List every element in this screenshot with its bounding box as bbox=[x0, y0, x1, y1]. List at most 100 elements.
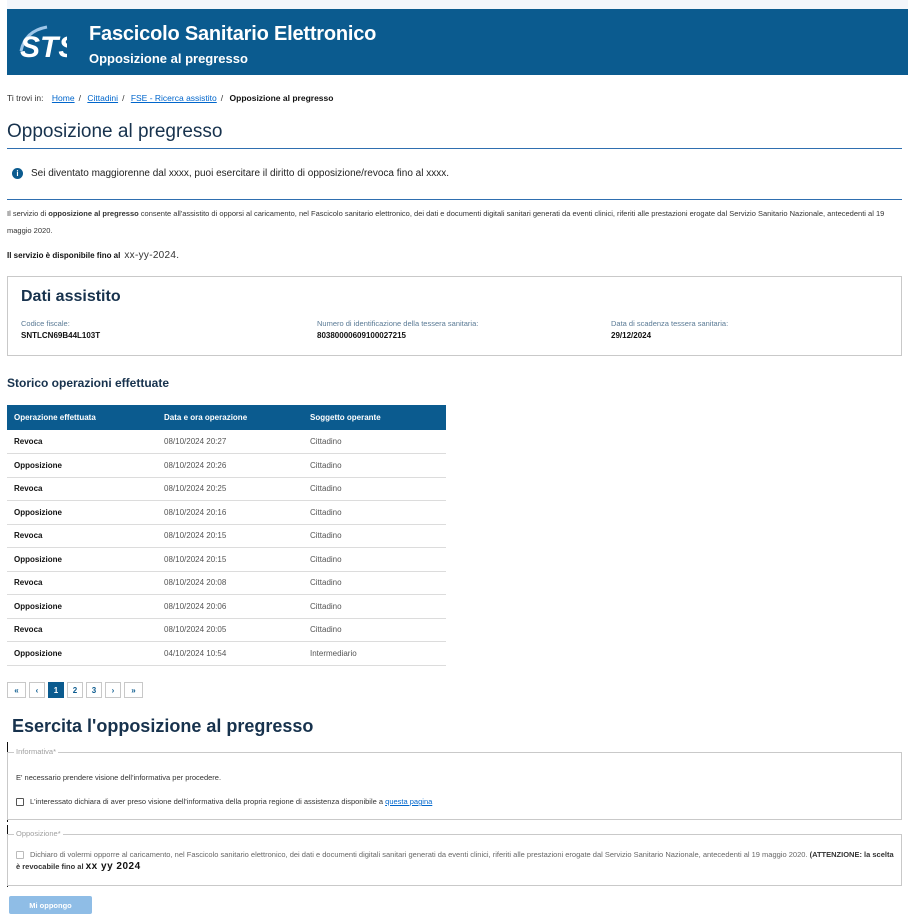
operazione-cell: Revoca bbox=[7, 524, 157, 548]
codice-fiscale-field: Codice fiscale: SNTLCN69B44L103T bbox=[21, 319, 100, 340]
table-row: Revoca 08/10/2024 20:27 Cittadino bbox=[7, 430, 446, 454]
table-row: Opposizione 08/10/2024 20:15 Cittadino bbox=[7, 547, 446, 572]
operazione-cell: Opposizione bbox=[7, 453, 157, 478]
data-cell: 08/10/2024 20:16 bbox=[157, 500, 303, 525]
operazione-cell: Revoca bbox=[7, 430, 157, 454]
info-alert: i Sei diventato maggiorenne dal xxxx, pu… bbox=[12, 168, 449, 179]
title-divider bbox=[7, 148, 902, 149]
page-1-button[interactable]: 1 bbox=[48, 682, 64, 698]
informativa-legend: Informativa* bbox=[14, 747, 59, 756]
dati-assistito-title: Dati assistito bbox=[21, 288, 121, 305]
table-row: Revoca 08/10/2024 20:08 Cittadino bbox=[7, 571, 446, 595]
informativa-note: E' necessario prendere visione dell'info… bbox=[16, 773, 222, 782]
page-2-button[interactable]: 2 bbox=[67, 682, 83, 698]
soggetto-cell: Cittadino bbox=[303, 524, 446, 548]
logo-text: STS bbox=[20, 31, 67, 63]
operazione-cell: Revoca bbox=[7, 618, 157, 642]
prev-page-button[interactable]: ‹ bbox=[29, 682, 45, 698]
operazione-cell: Opposizione bbox=[7, 594, 157, 619]
storico-title: Storico operazioni effettuate bbox=[7, 376, 170, 390]
table-row: Opposizione 08/10/2024 20:16 Cittadino bbox=[7, 500, 446, 525]
last-page-button[interactable]: » bbox=[124, 682, 143, 698]
operazione-cell: Opposizione bbox=[7, 547, 157, 572]
soggetto-cell: Cittadino bbox=[303, 477, 446, 501]
table-row: Opposizione 08/10/2024 20:26 Cittadino bbox=[7, 453, 446, 478]
description-text-start: Il servizio di bbox=[7, 209, 49, 218]
sts-logo-icon: STS bbox=[19, 25, 67, 63]
soggetto-cell: Cittadino bbox=[303, 594, 446, 619]
data-cell: 08/10/2024 20:27 bbox=[157, 430, 303, 454]
esercita-title: Esercita l'opposizione al pregresso bbox=[12, 716, 314, 736]
description-bold: opposizione al pregresso bbox=[48, 209, 139, 218]
operazione-cell: Revoca bbox=[7, 477, 157, 501]
breadcrumb-fse-link[interactable]: FSE - Ricerca assistito bbox=[131, 93, 217, 103]
informativa-fieldset: Informativa* E' necessario prendere visi… bbox=[7, 747, 902, 820]
opposizione-checkbox-label: Dichiaro di volermi opporre al caricamen… bbox=[30, 850, 810, 859]
informativa-checkbox-row: L'interessato dichiara di aver preso vis… bbox=[16, 797, 432, 807]
pagination: « ‹ 1 2 3 › » bbox=[7, 682, 143, 698]
soggetto-cell: Cittadino bbox=[303, 547, 446, 572]
opposizione-warning-date: xx yy 2024 bbox=[85, 861, 141, 872]
availability-label: Il servizio è disponibile fino al bbox=[7, 251, 121, 260]
breadcrumb-current: Opposizione al pregresso bbox=[229, 93, 334, 103]
breadcrumb-cittadini-link[interactable]: Cittadini bbox=[87, 93, 118, 103]
opposizione-legend: Opposizione* bbox=[14, 829, 63, 838]
column-header-data: Data e ora operazione bbox=[157, 405, 303, 430]
codice-fiscale-value: SNTLCN69B44L103T bbox=[21, 331, 101, 340]
app-header: STS Fascicolo Sanitario Elettronico Oppo… bbox=[7, 0, 908, 75]
numero-tessera-field: Numero di identificazione della tessera … bbox=[317, 319, 478, 340]
data-cell: 08/10/2024 20:05 bbox=[157, 618, 303, 642]
soggetto-cell: Cittadino bbox=[303, 618, 446, 642]
first-page-button[interactable]: « bbox=[7, 682, 26, 698]
breadcrumb: Ti trovi in: Home / Cittadini / FSE - Rice… bbox=[7, 93, 334, 103]
scadenza-tessera-value: 29/12/2024 bbox=[611, 331, 652, 340]
service-description: Il servizio di opposizione al pregresso … bbox=[7, 205, 907, 239]
informativa-checkbox[interactable] bbox=[16, 798, 24, 807]
opposizione-checkbox[interactable] bbox=[16, 851, 24, 860]
page-title: Opposizione al pregresso bbox=[7, 121, 223, 142]
data-cell: 04/10/2024 10:54 bbox=[157, 641, 303, 666]
table-row: Opposizione 08/10/2024 20:06 Cittadino bbox=[7, 594, 446, 619]
operazione-cell: Revoca bbox=[7, 571, 157, 595]
opposizione-fieldset: Opposizione* Dichiaro di volermi opporre… bbox=[7, 829, 902, 886]
header-subtitle: Opposizione al pregresso bbox=[89, 51, 248, 66]
codice-fiscale-label: Codice fiscale: bbox=[21, 319, 70, 328]
operazione-cell: Opposizione bbox=[7, 641, 157, 666]
info-message: Sei diventato maggiorenne dal xxxx, puoi… bbox=[31, 168, 449, 179]
header-top-strip bbox=[7, 0, 908, 9]
table-row: Opposizione 04/10/2024 10:54 Intermediario bbox=[7, 641, 446, 666]
table-row: Revoca 08/10/2024 20:25 Cittadino bbox=[7, 477, 446, 501]
data-cell: 08/10/2024 20:08 bbox=[157, 571, 303, 595]
page-3-button[interactable]: 3 bbox=[86, 682, 102, 698]
informativa-checkbox-label: L'interessato dichiara di aver preso vis… bbox=[30, 797, 386, 806]
soggetto-cell: Cittadino bbox=[303, 430, 446, 454]
info-divider bbox=[7, 199, 902, 200]
breadcrumb-home-link[interactable]: Home bbox=[52, 93, 75, 103]
table-row: Revoca 08/10/2024 20:05 Cittadino bbox=[7, 618, 446, 642]
soggetto-cell: Cittadino bbox=[303, 500, 446, 525]
header-title: Fascicolo Sanitario Elettronico bbox=[89, 23, 377, 45]
numero-tessera-value: 80380000609100027215 bbox=[317, 331, 406, 340]
data-cell: 08/10/2024 20:15 bbox=[157, 547, 303, 572]
mi-oppongo-button[interactable]: Mi oppongo bbox=[9, 896, 92, 914]
data-cell: 08/10/2024 20:25 bbox=[157, 477, 303, 501]
next-page-button[interactable]: › bbox=[105, 682, 121, 698]
storico-header-row: Operazione effettuata Data e ora operazi… bbox=[7, 405, 446, 430]
storico-table: Operazione effettuata Data e ora operazi… bbox=[7, 405, 446, 666]
column-header-soggetto: Soggetto operante bbox=[303, 405, 446, 430]
availability-notice: Il servizio è disponibile fino al xx-yy-2… bbox=[7, 250, 179, 261]
numero-tessera-label: Numero di identificazione della tessera … bbox=[317, 319, 479, 328]
opposizione-checkbox-row: Dichiaro di volermi opporre al caricamen… bbox=[16, 849, 896, 873]
data-cell: 08/10/2024 20:06 bbox=[157, 594, 303, 619]
soggetto-cell: Cittadino bbox=[303, 453, 446, 478]
data-cell: 08/10/2024 20:15 bbox=[157, 524, 303, 548]
column-header-operazione: Operazione effettuata bbox=[7, 405, 157, 430]
soggetto-cell: Intermediario bbox=[303, 641, 446, 666]
soggetto-cell: Cittadino bbox=[303, 571, 446, 595]
data-cell: 08/10/2024 20:26 bbox=[157, 453, 303, 478]
table-row: Revoca 08/10/2024 20:15 Cittadino bbox=[7, 524, 446, 548]
availability-date: xx-yy-2024. bbox=[124, 250, 180, 261]
scadenza-tessera-field: Data di scadenza tessera sanitaria: 29/1… bbox=[611, 319, 728, 340]
storico-body: Revoca 08/10/2024 20:27 Cittadino Opposizio… bbox=[7, 430, 446, 666]
informativa-link[interactable]: questa pagina bbox=[385, 797, 432, 806]
